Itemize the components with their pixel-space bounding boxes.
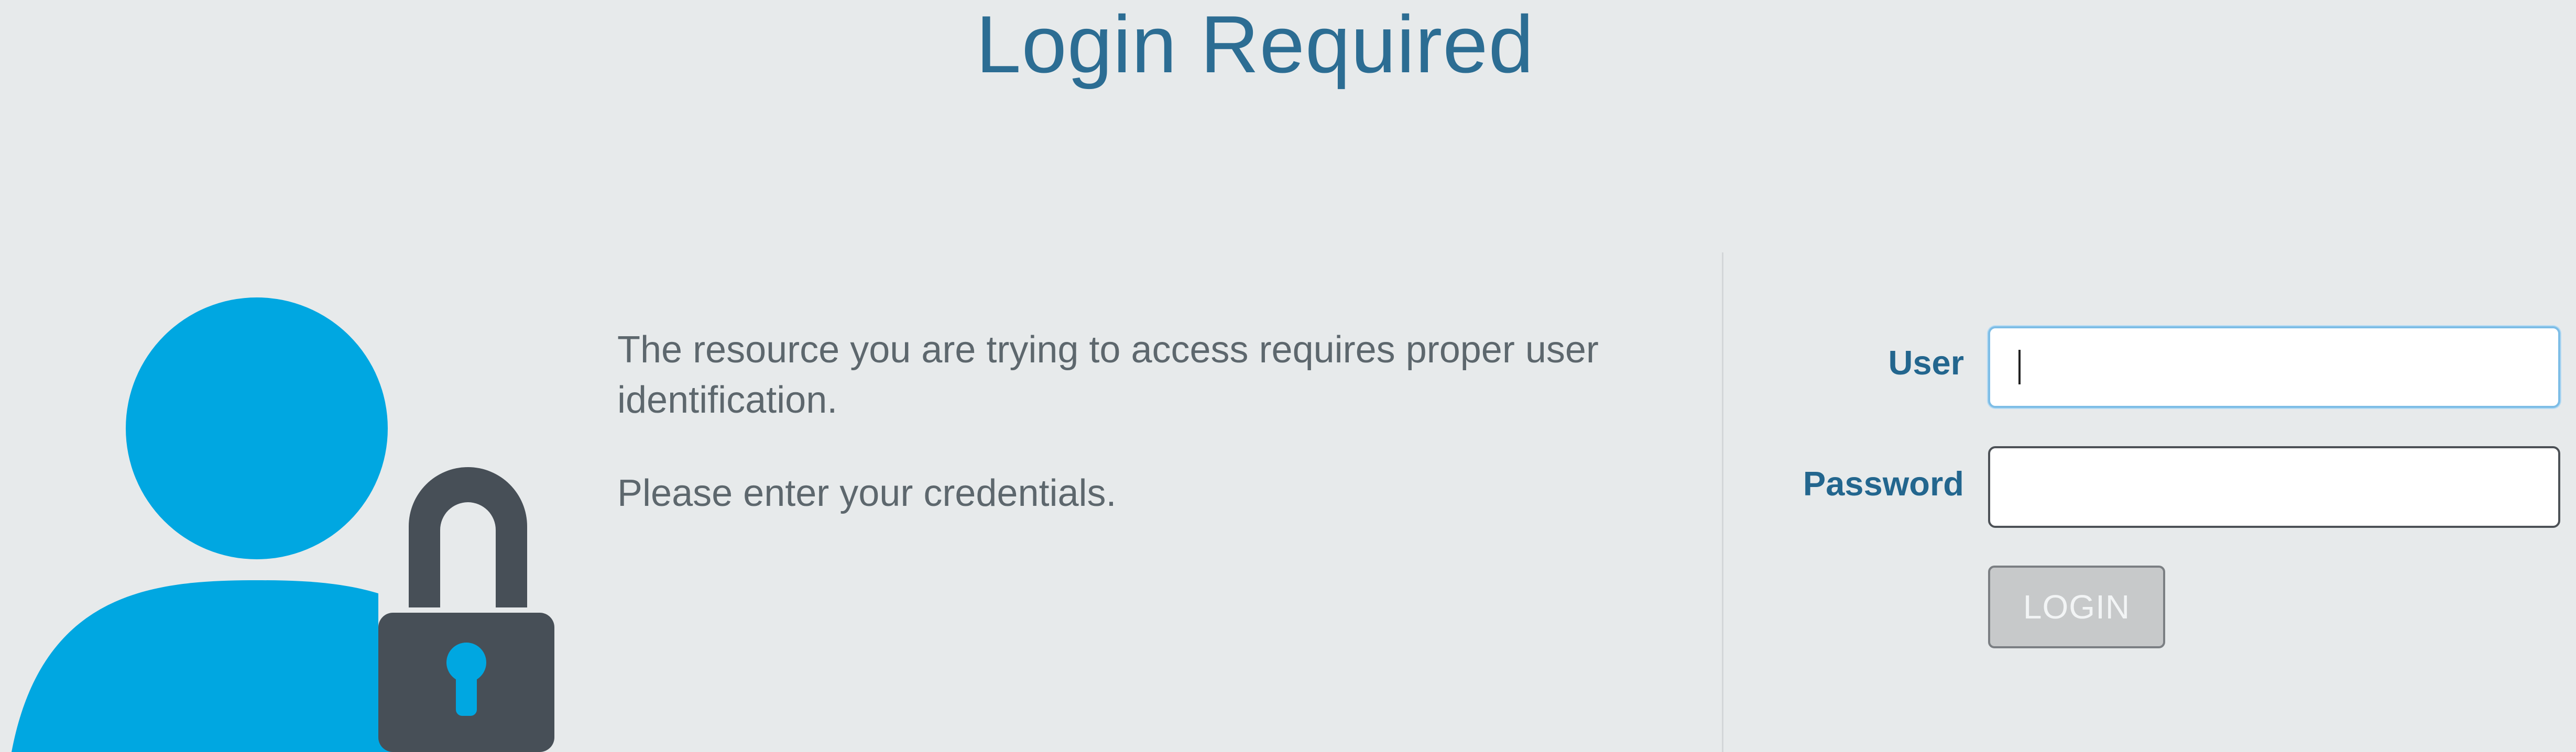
user-head-icon <box>126 297 388 559</box>
access-message: The resource you are trying to access re… <box>617 325 1623 518</box>
credentials-prompt: Please enter your credentials. <box>617 472 1117 514</box>
password-input[interactable] <box>1988 446 2560 528</box>
user-label: User <box>1888 344 1964 382</box>
access-message-text: The resource you are trying to access re… <box>617 329 1599 421</box>
user-lock-icon <box>0 293 566 752</box>
login-page: Login Required The resource you are tryi… <box>0 0 2576 752</box>
user-input[interactable] <box>1988 326 2560 408</box>
text-cursor <box>2018 350 2021 384</box>
login-button[interactable]: LOGIN <box>1988 566 2165 648</box>
password-label: Password <box>1803 465 1964 503</box>
page-title: Login Required <box>976 0 1534 90</box>
vertical-divider <box>1722 252 1723 752</box>
padlock-icon <box>378 467 554 752</box>
